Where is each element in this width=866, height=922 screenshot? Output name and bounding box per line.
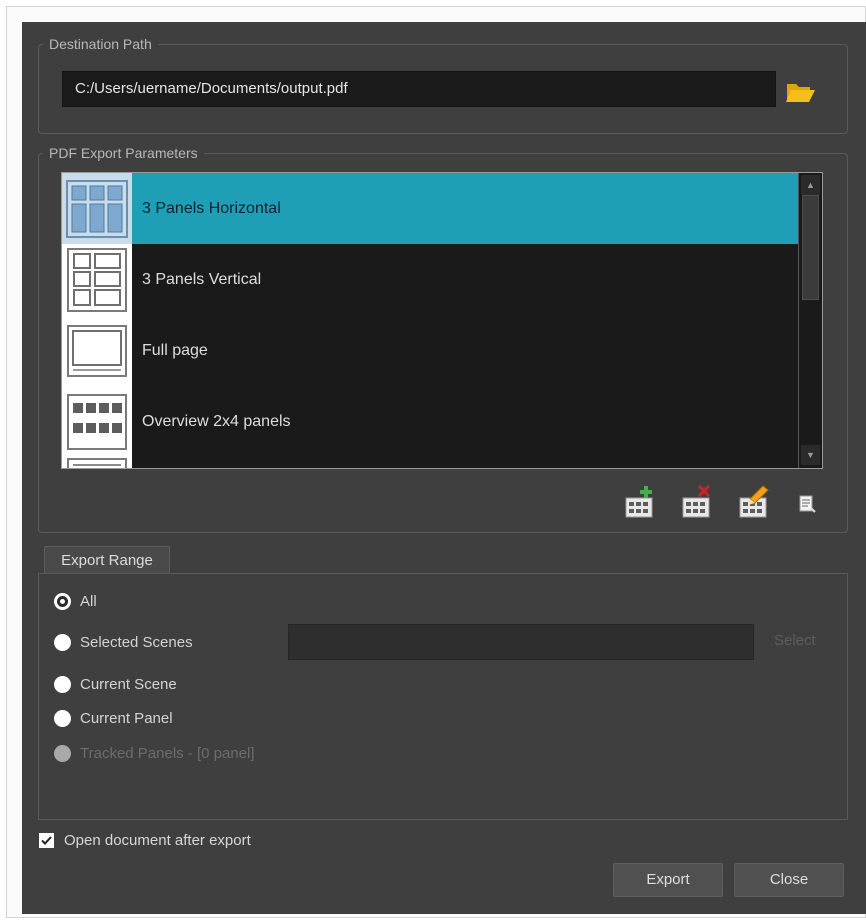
list-item[interactable]: 3 Panels Vertical (62, 244, 798, 315)
close-button[interactable]: Close (734, 863, 844, 897)
radio-selected-scenes-indicator[interactable] (54, 633, 71, 651)
list-item-label: Overview 2x4 panels (142, 412, 291, 430)
radio-tracked-panels-label: Tracked Panels - [0 panel] (80, 744, 255, 762)
layout-3-panels-horizontal-icon (62, 173, 132, 244)
select-scenes-button: Select (774, 632, 816, 649)
radio-selected-scenes[interactable]: Selected Scenes (54, 630, 193, 654)
radio-all-indicator[interactable] (54, 592, 71, 610)
scroll-down-icon[interactable]: ▼ (801, 445, 820, 465)
checkmark-icon (41, 836, 52, 845)
scroll-thumb[interactable] (802, 195, 819, 300)
list-item[interactable]: Overview 2x4 panels (62, 386, 798, 457)
list-item-label: 3 Panels Vertical (142, 270, 262, 288)
layout-list[interactable]: 3 Panels Horizontal 3 Panels Vertical Fu… (61, 172, 823, 469)
radio-current-scene-label: Current Scene (80, 675, 177, 693)
scroll-up-icon[interactable]: ▲ (801, 175, 820, 195)
radio-tracked-panels: Tracked Panels - [0 panel] (54, 741, 255, 765)
tab-export-range[interactable]: Export Range (44, 546, 170, 574)
list-item-label: 3 Panels Horizontal (142, 199, 281, 217)
layout-3-panels-vertical-icon (62, 244, 132, 315)
radio-all-label: All (80, 592, 97, 610)
radio-tracked-panels-indicator (54, 744, 71, 762)
layout-full-page-icon (62, 315, 132, 386)
export-button[interactable]: Export (613, 863, 723, 897)
destination-path-field[interactable]: C:/Users/uername/Documents/output.pdf (62, 71, 776, 107)
radio-current-scene-indicator[interactable] (54, 675, 71, 693)
radio-selected-scenes-label: Selected Scenes (80, 633, 193, 651)
open-after-export-checkbox[interactable] (39, 833, 54, 848)
list-item-partial[interactable] (62, 457, 798, 468)
pdf-export-dialog: Destination Path C:/Users/uername/Docume… (22, 22, 866, 914)
radio-all[interactable]: All (54, 589, 97, 613)
destination-path-title: Destination Path (43, 35, 777, 53)
layout-next-icon (62, 457, 132, 468)
list-scrollbar[interactable]: ▲ ▼ (798, 173, 822, 468)
selected-scenes-field (288, 624, 754, 660)
open-after-export-label: Open document after export (64, 832, 251, 849)
delete-layout-icon[interactable] (679, 484, 713, 520)
export-range-panel (38, 573, 848, 820)
pdf-export-parameters-title: PDF Export Parameters (43, 144, 822, 162)
list-item[interactable]: Full page (62, 315, 798, 386)
radio-current-scene[interactable]: Current Scene (54, 672, 177, 696)
edit-layout-icon[interactable] (736, 484, 770, 520)
open-after-export-option[interactable]: Open document after export (39, 832, 251, 849)
layout-overview-2x4-icon (62, 386, 132, 457)
radio-current-panel[interactable]: Current Panel (54, 706, 173, 730)
list-item-label: Full page (142, 341, 208, 359)
radio-current-panel-label: Current Panel (80, 709, 173, 727)
list-item[interactable]: 3 Panels Horizontal (62, 173, 798, 244)
duplicate-layout-icon[interactable] (794, 484, 828, 520)
add-layout-icon[interactable] (622, 484, 656, 520)
radio-current-panel-indicator[interactable] (54, 709, 71, 727)
folder-open-icon[interactable] (784, 79, 818, 103)
